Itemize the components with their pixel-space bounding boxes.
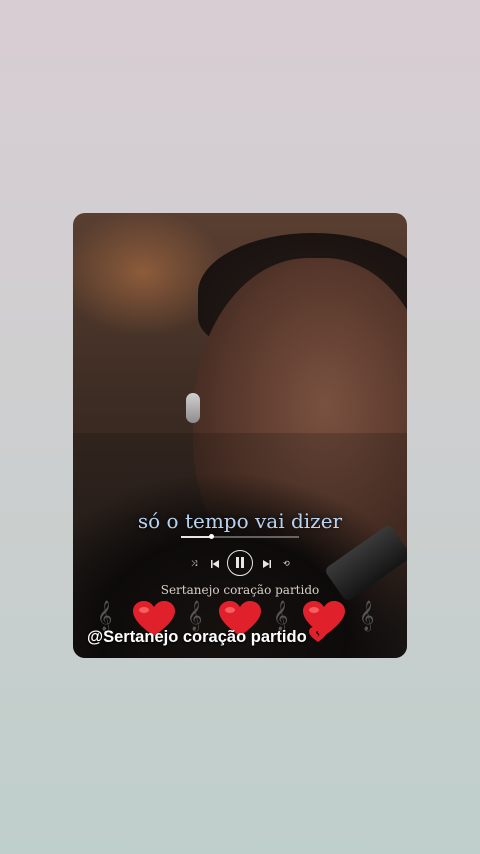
pause-icon: [236, 557, 244, 568]
pause-button[interactable]: [227, 550, 253, 576]
treble-clef-icon: 𝄞: [359, 601, 375, 631]
repeat-icon[interactable]: ⟲: [283, 550, 290, 578]
caption-text: @Sertanejo coração partido: [87, 627, 307, 646]
lyric-line: só o tempo vai dizer: [137, 509, 343, 533]
progress-bar[interactable]: [181, 534, 299, 539]
previous-icon[interactable]: [211, 550, 219, 578]
broken-heart-icon: [308, 627, 327, 648]
channel-caption: @Sertanejo coração partido: [87, 627, 327, 648]
in-ear-monitor: [186, 393, 200, 423]
progress-fill: [181, 536, 211, 538]
video-card[interactable]: só o tempo vai dizer ⤨ ⟲ Sertanejo coraç…: [73, 213, 407, 658]
next-icon[interactable]: [263, 550, 271, 578]
shuffle-icon[interactable]: ⤨: [191, 550, 197, 578]
progress-knob[interactable]: [208, 534, 214, 539]
player-controls: ⤨ ⟲: [191, 550, 291, 578]
playlist-subtitle: Sertanejo coração partido: [160, 583, 320, 597]
